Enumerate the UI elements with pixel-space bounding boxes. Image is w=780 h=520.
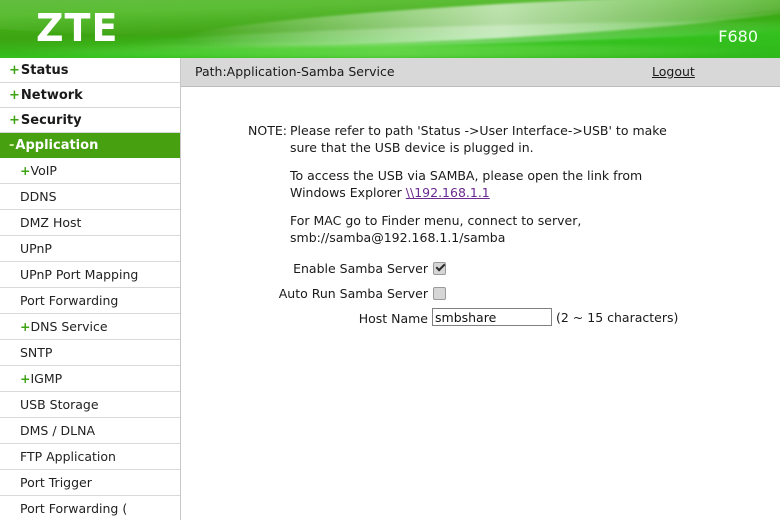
sidebar-item-ddns[interactable]: DDNS [0, 184, 180, 210]
note-block: NOTE: Please refer to path 'Status ->Use… [248, 122, 718, 246]
zte-logo: ZTE [36, 6, 119, 50]
sidebar-item-label: SNTP [20, 345, 53, 360]
enable-samba-row: Enable Samba Server [181, 258, 780, 283]
sidebar-item-upnp-port-mapping[interactable]: UPnP Port Mapping [0, 262, 180, 288]
auto-run-samba-checkbox[interactable] [433, 287, 446, 300]
sidebar-item-application[interactable]: -Application [0, 133, 180, 158]
sidebar-item-port-forwarding-alt[interactable]: Port Forwarding ( [0, 496, 180, 520]
note-first-paragraph: NOTE: Please refer to path 'Status ->Use… [248, 122, 718, 156]
samba-settings-form: Enable Samba Server Auto Run Samba Serve… [181, 258, 780, 333]
sidebar-item-security[interactable]: +Security [0, 108, 180, 133]
auto-run-samba-label: Auto Run Samba Server [278, 286, 428, 301]
enable-samba-checkbox[interactable] [433, 262, 446, 275]
windows-explorer-text: Windows Explorer [290, 185, 406, 200]
sidebar-item-label: DMS / DLNA [20, 423, 95, 438]
sidebar-item-label: FTP Application [20, 449, 116, 464]
sidebar-item-label: UPnP [20, 241, 52, 256]
sidebar-item-dmz-host[interactable]: DMZ Host [0, 210, 180, 236]
sidebar-item-label: Port Forwarding ( [20, 501, 128, 516]
sidebar-item-label: Security [20, 113, 82, 128]
sidebar-item-dms-dlna[interactable]: DMS / DLNA [0, 418, 180, 444]
sidebar-item-sntp[interactable]: SNTP [0, 340, 180, 366]
sidebar-item-usb-storage[interactable]: USB Storage [0, 392, 180, 418]
sidebar-item-ftp-application[interactable]: FTP Application [0, 444, 180, 470]
expand-plus-icon: + [20, 319, 31, 334]
note-mac-line-2: smb://samba@192.168.1.1/samba [290, 230, 506, 245]
sidebar-item-port-trigger[interactable]: Port Trigger [0, 470, 180, 496]
sidebar-item-port-forwarding[interactable]: Port Forwarding [0, 288, 180, 314]
path-bar: Path:Application-Samba Service Logout [181, 58, 780, 87]
note-line-2: sure that the USB device is plugged in. [290, 140, 534, 155]
note-samba-line-2: Windows Explorer \\192.168.1.1 [290, 184, 718, 201]
host-name-hint: (2 ~ 15 characters) [556, 310, 679, 325]
auto-run-samba-row: Auto Run Samba Server [181, 283, 780, 308]
content-area: Path:Application-Samba Service Logout NO… [181, 58, 780, 520]
device-model-label: F680 [718, 27, 758, 46]
expand-plus-icon: + [9, 113, 20, 128]
host-name-row: Host Name (2 ~ 15 characters) [181, 308, 780, 333]
sidebar-item-label: DDNS [20, 189, 57, 204]
sidebar-item-label: Port Trigger [20, 475, 92, 490]
sidebar-item-voip[interactable]: +VoIP [0, 158, 180, 184]
sidebar-item-label: Network [20, 88, 83, 103]
logout-link[interactable]: Logout [652, 64, 695, 79]
breadcrumb: Path:Application-Samba Service [195, 64, 395, 79]
expand-plus-icon: + [20, 163, 31, 178]
samba-share-link[interactable]: \\192.168.1.1 [406, 185, 490, 200]
note-samba-line-1: To access the USB via SAMBA, please open… [290, 168, 643, 183]
sidebar-item-label: VoIP [30, 163, 57, 178]
sidebar-item-status[interactable]: +Status [0, 58, 180, 83]
sidebar-item-network[interactable]: +Network [0, 83, 180, 108]
sidebar-item-label: IGMP [30, 371, 63, 386]
sidebar-item-dns-service[interactable]: +DNS Service [0, 314, 180, 340]
collapse-minus-icon: - [9, 138, 15, 153]
sidebar-item-label: UPnP Port Mapping [20, 267, 139, 282]
sidebar-item-upnp[interactable]: UPnP [0, 236, 180, 262]
expand-plus-icon: + [20, 371, 31, 386]
note-label: NOTE: [248, 123, 287, 138]
sidebar-nav: +Status +Network +Security -Application … [0, 58, 181, 520]
sidebar-item-label: USB Storage [20, 397, 99, 412]
brand-banner: ZTE F680 [0, 0, 780, 58]
sidebar-item-label: DMZ Host [20, 215, 82, 230]
host-name-label: Host Name [358, 311, 428, 326]
expand-plus-icon: + [9, 63, 20, 78]
router-admin-page: ZTE F680 +Status +Network +Security -App… [0, 0, 780, 520]
note-mac-line-1: For MAC go to Finder menu, connect to se… [290, 213, 582, 228]
sidebar-item-label: DNS Service [30, 319, 108, 334]
host-name-input[interactable] [432, 308, 552, 326]
enable-samba-label: Enable Samba Server [293, 261, 428, 276]
sidebar-item-label: Port Forwarding [20, 293, 119, 308]
sidebar-item-igmp[interactable]: +IGMP [0, 366, 180, 392]
sidebar-item-label: Status [20, 63, 69, 78]
note-line-1: Please refer to path 'Status ->User Inte… [290, 123, 667, 138]
sidebar-item-label: Application [15, 138, 99, 153]
expand-plus-icon: + [9, 88, 20, 103]
